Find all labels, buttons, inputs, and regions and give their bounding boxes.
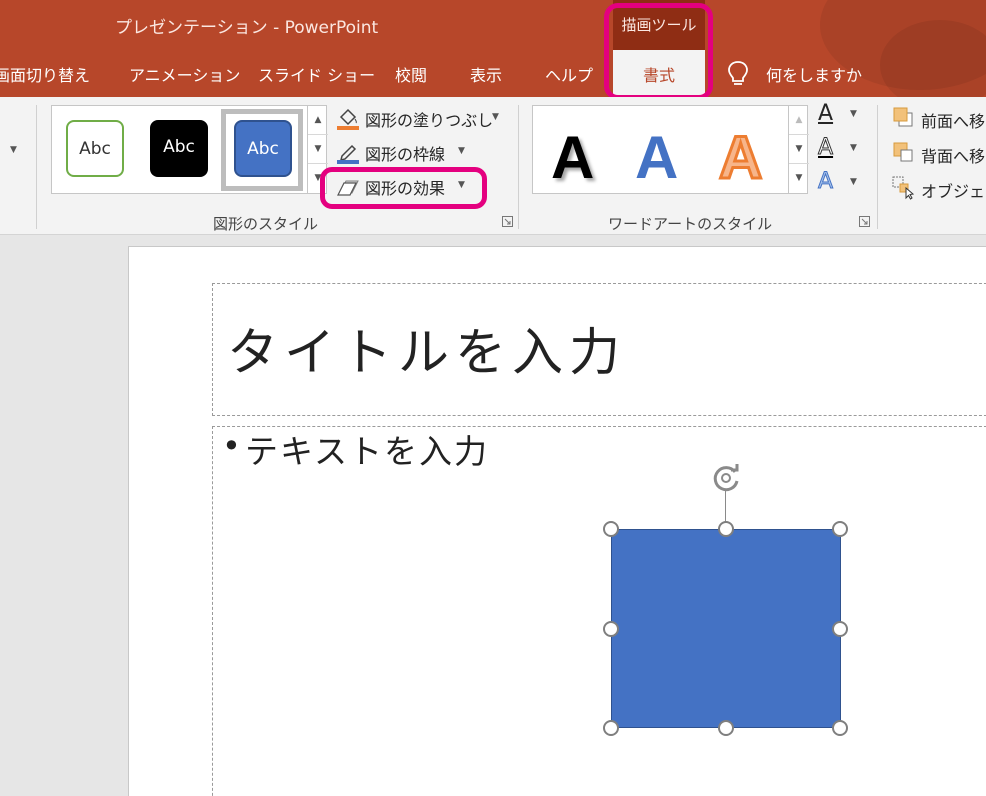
chevron-down-icon: ▼ [492, 112, 499, 122]
title-placeholder-text: タイトルを入力 [227, 324, 627, 383]
group-separator [518, 105, 519, 229]
wordart-gallery: A A A ▲ ▼ ▼ [532, 105, 809, 196]
tab-animations[interactable]: アニメーション [129, 62, 240, 86]
paint-bucket-icon [337, 108, 359, 130]
gallery-scrollbar: ▲ ▼ ▼ [788, 106, 809, 194]
wordart-style-orange[interactable]: A [717, 120, 763, 196]
text-effects-icon: A [817, 169, 834, 195]
content-placeholder[interactable] [212, 426, 986, 796]
chevron-down-icon[interactable]: ▼ [10, 145, 17, 155]
bring-forward-button[interactable]: 前面へ移 [892, 106, 986, 132]
resize-handle-bottom-left[interactable] [603, 720, 619, 736]
resize-handle-top-right[interactable] [832, 521, 848, 537]
tell-me-search[interactable]: 何をしますか [766, 62, 862, 86]
shape-styles-group-label: 図形のスタイル [213, 215, 319, 233]
chevron-down-icon: ▼ [850, 109, 857, 119]
tab-help[interactable]: ヘルプ [545, 62, 593, 86]
pencil-icon [337, 144, 359, 164]
lightbulb-icon[interactable] [726, 60, 750, 88]
shape-style-solid-blue[interactable]: Abc [234, 120, 292, 177]
resize-handle-top-left[interactable] [603, 521, 619, 537]
shape-style-outline-green[interactable]: Abc [66, 120, 124, 177]
tab-review[interactable]: 校閲 [395, 62, 427, 86]
bring-forward-label: 前面へ移 [921, 112, 986, 131]
text-fill-icon: A [818, 101, 834, 126]
ribbon: ▼ Abc Abc Abc ▲ ▼ ▼ 図形の塗りつぶし ▼ 図形の枠線 ▼ 図… [0, 97, 986, 235]
shape-style-solid-black[interactable]: Abc [150, 120, 208, 177]
title-bar: プレゼンテーション - PowerPoint 描画ツール 画面切り替え アニメー… [0, 0, 986, 97]
resize-handle-top[interactable] [718, 521, 734, 537]
scroll-up-icon[interactable]: ▲ [308, 106, 328, 135]
resize-handle-right[interactable] [832, 621, 848, 637]
window-title: プレゼンテーション - PowerPoint [115, 18, 379, 38]
highlight-format-tab [604, 3, 713, 100]
bring-forward-icon [893, 107, 913, 127]
tab-transitions[interactable]: 画面切り替え [0, 62, 90, 86]
highlight-shape-effects [320, 167, 487, 209]
chevron-down-icon: ▼ [458, 146, 465, 156]
send-backward-icon [893, 142, 913, 162]
chevron-down-icon: ▼ [850, 143, 857, 153]
text-effects-button[interactable]: A ▼ [816, 169, 864, 197]
chevron-down-icon: ▼ [850, 177, 857, 187]
text-outline-icon: A [817, 135, 834, 161]
scroll-down-icon[interactable]: ▼ [308, 135, 328, 164]
resize-handle-left[interactable] [603, 621, 619, 637]
wordart-style-blue[interactable]: A [635, 120, 678, 196]
text-outline-button[interactable]: A ▼ [816, 135, 864, 163]
text-fill-button[interactable]: A ▼ [816, 101, 864, 129]
tab-view[interactable]: 表示 [470, 62, 502, 86]
gallery-more-icon[interactable]: ▼ [789, 164, 809, 193]
dialog-launcher-icon[interactable] [859, 216, 870, 227]
group-separator [36, 105, 37, 229]
bullet-icon: • [222, 427, 241, 465]
shape-fill-button[interactable]: 図形の塗りつぶし ▼ [336, 105, 506, 131]
shape-fill-label: 図形の塗りつぶし [365, 111, 494, 130]
content-placeholder-text: テキストを入力 [245, 432, 490, 471]
shape-outline-label: 図形の枠線 [365, 145, 446, 164]
selection-pane-button[interactable]: オブジェク [892, 176, 986, 202]
selection-pane-label: オブジェク [921, 182, 986, 201]
scroll-down-icon[interactable]: ▼ [789, 135, 809, 164]
group-separator [877, 105, 878, 229]
scroll-up-icon[interactable]: ▲ [789, 106, 809, 135]
shape-outline-button[interactable]: 図形の枠線 ▼ [336, 139, 476, 165]
selection-pane-icon [892, 176, 915, 200]
tab-slideshow[interactable]: スライド ショー [258, 62, 375, 86]
shape-styles-gallery: Abc Abc Abc ▲ ▼ ▼ [51, 105, 328, 194]
rotate-handle-icon[interactable] [708, 460, 744, 496]
wordart-style-black[interactable]: A [551, 120, 594, 196]
selected-rectangle-shape[interactable] [611, 529, 841, 728]
send-backward-label: 背面へ移 [921, 147, 986, 166]
resize-handle-bottom-right[interactable] [832, 720, 848, 736]
wordart-styles-group-label: ワードアートのスタイル [608, 215, 773, 233]
resize-handle-bottom[interactable] [718, 720, 734, 736]
dialog-launcher-icon[interactable] [502, 216, 513, 227]
send-backward-button[interactable]: 背面へ移 [892, 141, 986, 167]
